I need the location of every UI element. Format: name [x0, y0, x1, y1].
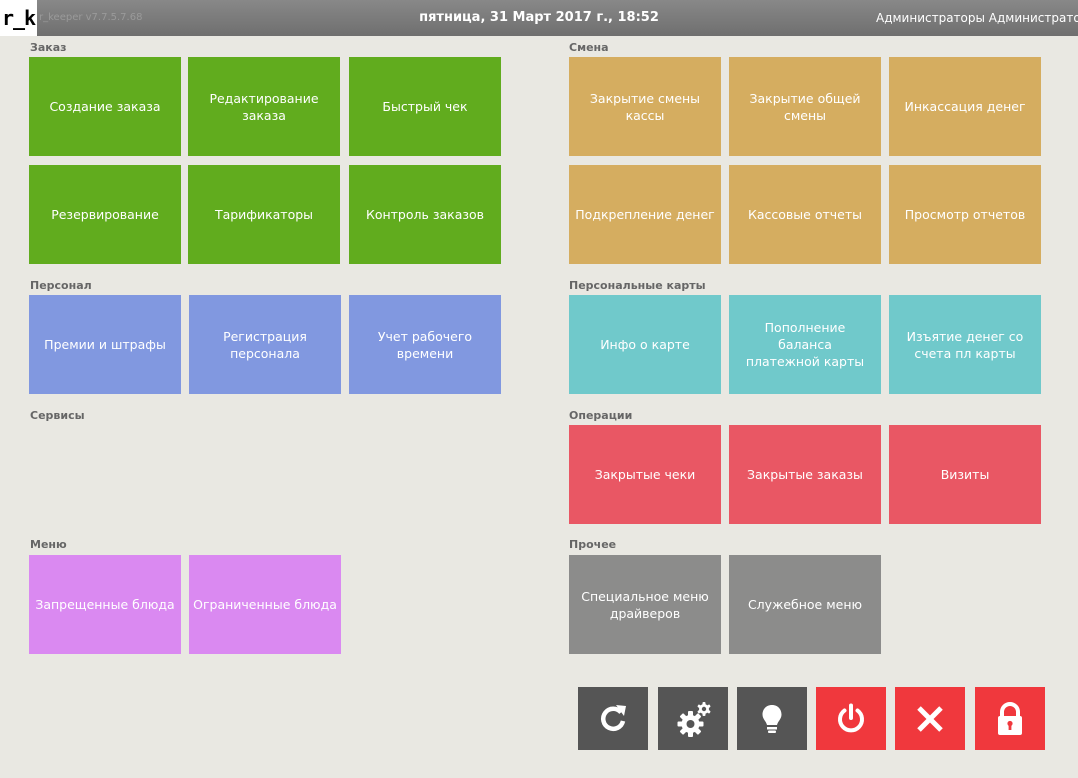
tile-label: Служебное меню — [747, 597, 863, 612]
view-reports-button[interactable]: Просмотр отчетов — [889, 165, 1041, 264]
tile-label: Закрытые чеки — [594, 467, 696, 482]
forbidden-dishes-button[interactable]: Запрещенные блюда — [29, 555, 181, 654]
refresh-icon — [601, 704, 626, 731]
close-general-shift-button[interactable]: Закрытие общей смены — [729, 57, 881, 156]
tile-label: Кассовые отчеты — [748, 207, 862, 222]
edit-order-button[interactable]: Редактирование заказа — [188, 57, 340, 156]
lock-icon — [998, 701, 1022, 735]
current-user: Администраторы Администратор — [876, 11, 1078, 25]
quick-check-button[interactable]: Быстрый чек — [349, 57, 501, 156]
tile-label: Визиты — [940, 467, 990, 482]
tile-label: Изъятие денег со счета пл карты — [906, 328, 1024, 361]
close-button[interactable] — [895, 687, 965, 750]
tile-label: Регистрация персонала — [223, 328, 307, 361]
bonuses-penalties-button[interactable]: Премии и штрафы — [29, 295, 181, 394]
tile-label: Просмотр отчетов — [904, 207, 1026, 222]
tile-label: Резервирование — [51, 207, 159, 222]
card-withdraw-button[interactable]: Изъятие денег со счета пл карты — [889, 295, 1041, 394]
section-label-services: Сервисы — [30, 409, 85, 422]
tile-label: Закрытие общей смены — [749, 90, 861, 123]
settings-gears-icon — [677, 701, 711, 737]
tile-label: Учет рабочего времени — [377, 328, 473, 361]
tile-label: Тарификаторы — [214, 207, 314, 222]
section-label-menu: Меню — [30, 538, 67, 551]
tile-label: Инфо о карте — [600, 337, 690, 352]
lock-button[interactable] — [975, 687, 1045, 750]
close-icon — [917, 705, 943, 732]
visits-button[interactable]: Визиты — [889, 425, 1041, 524]
service-menu-button[interactable]: Служебное меню — [729, 555, 881, 654]
tips-button[interactable] — [737, 687, 807, 750]
staff-registration-button[interactable]: Регистрация персонала — [189, 295, 341, 394]
tile-label: Запрещенные блюда — [35, 597, 175, 612]
section-label-operations: Операции — [569, 409, 633, 422]
power-icon — [838, 703, 864, 732]
work-time-tracking-button[interactable]: Учет рабочего времени — [349, 295, 501, 394]
section-label-cards: Персональные карты — [569, 279, 706, 292]
section-label-order: Заказ — [30, 41, 67, 54]
tile-label: Контроль заказов — [365, 207, 485, 222]
tile-label: Подкрепление денег — [575, 207, 715, 222]
tile-label: Создание заказа — [49, 99, 161, 114]
limited-dishes-button[interactable]: Ограниченные блюда — [189, 555, 341, 654]
tile-label: Специальное меню драйверов — [581, 588, 709, 621]
tile-label: Премии и штрафы — [44, 337, 166, 352]
card-topup-button[interactable]: Пополнение баланса платежной карты — [729, 295, 881, 394]
section-label-shift: Смена — [569, 41, 609, 54]
section-label-other: Прочее — [569, 538, 617, 551]
tariffs-button[interactable]: Тарификаторы — [188, 165, 340, 264]
cash-reports-button[interactable]: Кассовые отчеты — [729, 165, 881, 264]
cash-collection-button[interactable]: Инкассация денег — [889, 57, 1041, 156]
create-order-button[interactable]: Создание заказа — [29, 57, 181, 156]
main-menu-window: r_k r_keeper v7.7.5.7.68 пятница, 31 Мар… — [0, 0, 1078, 778]
lightbulb-icon — [762, 704, 782, 733]
tile-label: Ограниченные блюда — [193, 597, 337, 612]
title-bar: r_k r_keeper v7.7.5.7.68 пятница, 31 Мар… — [0, 0, 1078, 36]
tile-label: Закрытие смены кассы — [589, 90, 701, 123]
section-label-staff: Персонал — [30, 279, 92, 292]
close-cash-shift-button[interactable]: Закрытие смены кассы — [569, 57, 721, 156]
settings-button[interactable] — [658, 687, 728, 750]
tile-label: Инкассация денег — [904, 99, 1026, 114]
power-button[interactable] — [816, 687, 886, 750]
tile-label: Быстрый чек — [382, 99, 468, 114]
driver-special-menu-button[interactable]: Специальное меню драйверов — [569, 555, 721, 654]
cash-deposit-button[interactable]: Подкрепление денег — [569, 165, 721, 264]
tile-label: Закрытые заказы — [747, 467, 863, 482]
card-info-button[interactable]: Инфо о карте — [569, 295, 721, 394]
tile-label: Редактирование заказа — [209, 90, 319, 123]
closed-orders-button[interactable]: Закрытые заказы — [729, 425, 881, 524]
refresh-button[interactable] — [578, 687, 648, 750]
tile-label: Пополнение баланса платежной карты — [745, 320, 865, 369]
reservation-button[interactable]: Резервирование — [29, 165, 181, 264]
order-control-button[interactable]: Контроль заказов — [349, 165, 501, 264]
closed-checks-button[interactable]: Закрытые чеки — [569, 425, 721, 524]
